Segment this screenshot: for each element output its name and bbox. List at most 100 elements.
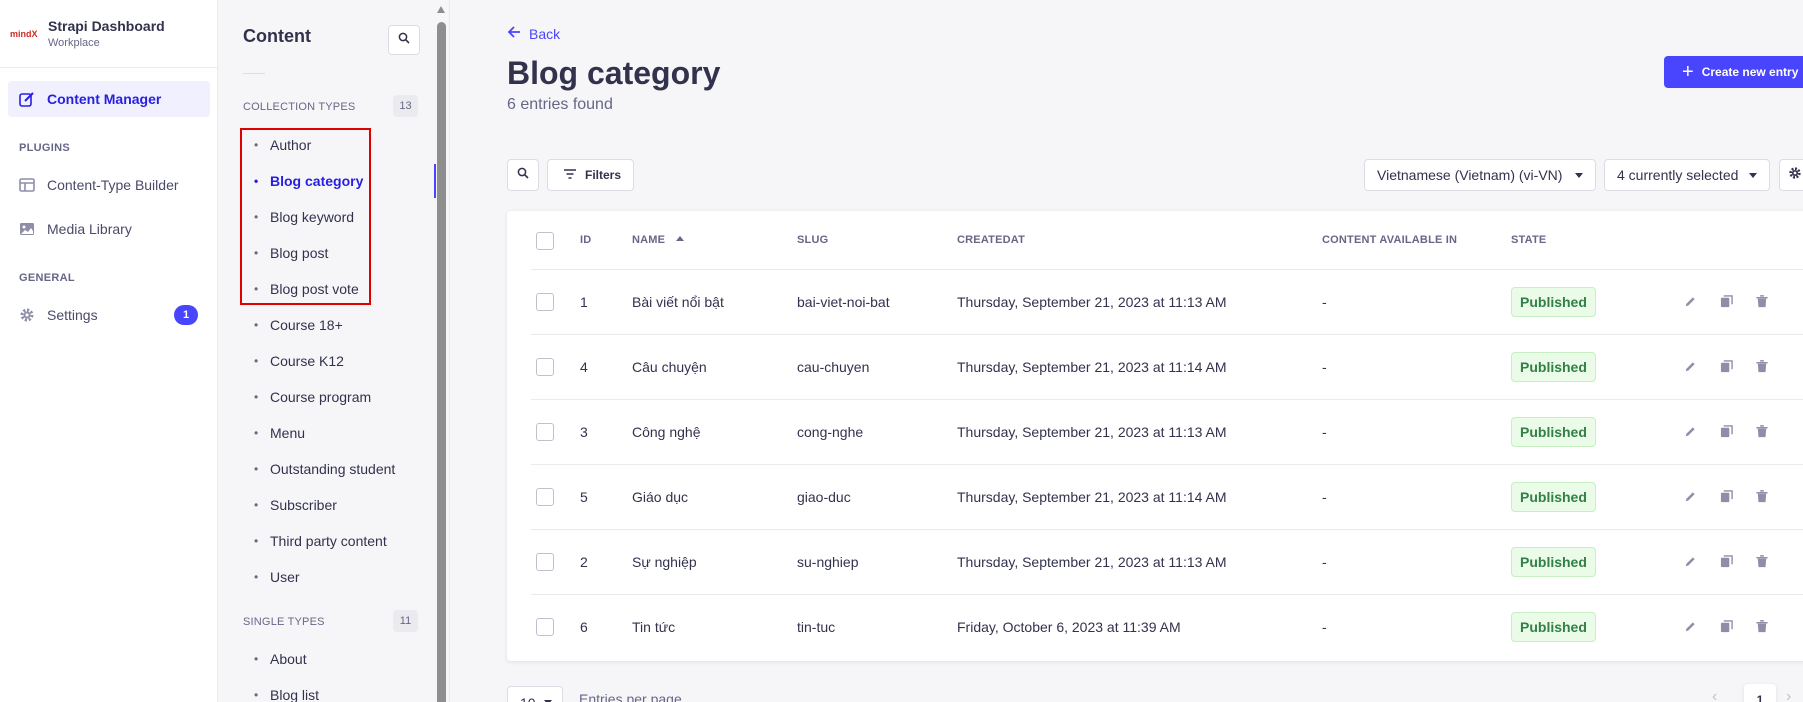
table-row[interactable]: 3 Công nghệ cong-nghe Thursday, September 2… [531,399,1803,464]
per-page-value: 10 [520,695,536,702]
nav-item-media-library[interactable]: Media Library [8,211,210,247]
trash-icon[interactable] [1754,618,1770,634]
row-checkbox[interactable] [536,488,554,506]
collection-type-item[interactable]: Menu [218,416,436,450]
sort-up-icon [676,236,685,241]
single-type-item[interactable]: About [218,642,436,676]
trash-icon[interactable] [1754,293,1770,309]
collection-type-item[interactable]: User [218,560,436,594]
row-checkbox[interactable] [536,553,554,571]
collection-type-label: Third party content [270,533,387,549]
collection-type-label: Subscriber [270,497,337,513]
cell-slug: tin-tuc [797,619,836,635]
main-navigation: mindX Strapi Dashboard Workplace Content… [0,0,218,702]
trash-icon[interactable] [1754,488,1770,504]
table-row[interactable]: 6 Tin tức tin-tuc Friday, October 6, 2023 a… [531,594,1803,659]
cell-createdat: Thursday, September 21, 2023 at 11:13 AM [957,294,1227,310]
highlight-annotation [240,128,371,305]
edit-icon[interactable] [1682,423,1698,439]
cell-name: Câu chuyện [632,359,707,375]
th-name[interactable]: NAME [632,234,685,246]
settings-badge: 1 [174,305,198,325]
table-row[interactable]: 4 Câu chuyện cau-chuyen Thursday, September… [531,334,1803,399]
scroll-up-arrow[interactable] [437,6,445,13]
collection-type-label: Course 18+ [270,317,343,333]
duplicate-icon[interactable] [1718,423,1734,439]
main-content: Back Blog category 6 entries found + Cre… [450,0,1803,702]
th-slug[interactable]: SLUG [797,234,828,246]
edit-icon[interactable] [1682,618,1698,634]
subnav-search-button[interactable] [388,25,420,55]
collection-type-label: Course K12 [270,353,344,369]
collection-type-item[interactable]: Subscriber [218,488,436,522]
content-subnav: Content COLLECTION TYPES 13 AuthorBlog c… [218,0,450,702]
single-type-label: About [270,651,307,667]
select-all-checkbox[interactable] [536,232,554,250]
nav-item-content-type-builder[interactable]: Content-Type Builder [8,167,210,203]
subnav-scrollbar[interactable] [437,22,446,702]
cell-id: 2 [580,554,588,570]
nav-item-content-manager[interactable]: Content Manager [8,81,210,117]
next-page-icon[interactable]: › [1786,688,1791,702]
create-new-entry-button[interactable]: + Create new entry [1664,56,1803,88]
duplicate-icon[interactable] [1718,293,1734,309]
duplicate-icon[interactable] [1718,488,1734,504]
table-row[interactable]: 1 Bài viết nổi bật bai-viet-noi-bat Thursda… [531,269,1803,334]
cell-slug: bai-viet-noi-bat [797,294,890,310]
trash-icon[interactable] [1754,423,1770,439]
th-createdat[interactable]: CREATEDAT [957,234,1025,246]
cell-slug: cau-chuyen [797,359,870,375]
back-link[interactable]: Back [507,25,560,42]
edit-icon[interactable] [1682,553,1698,569]
collection-type-label: Outstanding student [270,461,396,477]
collection-type-item[interactable]: Third party content [218,524,436,558]
cell-slug: su-nghiep [797,554,859,570]
locale-select[interactable]: Vietnamese (Vietnam) (vi-VN) [1364,159,1596,191]
table-row[interactable]: 2 Sự nghiệp su-nghiep Thursday, September 2… [531,529,1803,594]
single-type-item[interactable]: Blog list [218,678,436,702]
duplicate-icon[interactable] [1718,553,1734,569]
previous-page-icon[interactable]: ‹ [1712,688,1717,702]
collection-type-item[interactable]: Course program [218,380,436,414]
nav-section-general: GENERAL [19,272,75,284]
duplicate-icon[interactable] [1718,618,1734,634]
edit-icon[interactable] [1682,488,1698,504]
trash-icon[interactable] [1754,553,1770,569]
row-checkbox[interactable] [536,618,554,636]
cell-createdat: Thursday, September 21, 2023 at 11:14 AM [957,489,1227,505]
status-badge: Published [1511,612,1596,642]
entries-per-page-select[interactable]: 10 [507,686,563,702]
cell-id: 3 [580,424,588,440]
filters-button[interactable]: Filters [547,159,634,191]
current-page-button[interactable]: 1 [1744,684,1776,702]
row-checkbox[interactable] [536,293,554,311]
collection-type-item[interactable]: Course 18+ [218,308,436,342]
status-badge: Published [1511,547,1596,577]
trash-icon[interactable] [1754,358,1770,374]
chevron-down-icon [1749,173,1757,178]
chevron-down-icon [1575,173,1583,178]
logo-text-a: mind [10,28,32,39]
columns-select[interactable]: 4 currently selected [1604,159,1770,191]
logo-text-b: X [31,28,38,39]
edit-icon[interactable] [1682,358,1698,374]
entries-table: ID NAME SLUG CREATEDAT CONTENT AVAILABLE… [507,211,1803,661]
collection-type-item[interactable]: Course K12 [218,344,436,378]
duplicate-icon[interactable] [1718,358,1734,374]
search-icon [398,31,410,49]
gear-icon [19,307,35,323]
table-settings-button[interactable] [1779,159,1803,191]
row-checkbox[interactable] [536,358,554,376]
cell-content-available: - [1322,294,1327,310]
row-checkbox[interactable] [536,423,554,441]
edit-icon[interactable] [1682,293,1698,309]
columns-value: 4 currently selected [1617,167,1739,183]
table-row[interactable]: 5 Giáo dục giao-duc Thursday, September 21,… [531,464,1803,529]
collection-type-item[interactable]: Outstanding student [218,452,436,486]
th-id[interactable]: ID [580,234,591,246]
table-search-button[interactable] [507,159,539,191]
table-header: ID NAME SLUG CREATEDAT CONTENT AVAILABLE… [507,211,1803,269]
plus-icon: + [1682,61,1694,83]
nav-label: Media Library [47,221,132,237]
cell-name: Sự nghiệp [632,554,697,570]
